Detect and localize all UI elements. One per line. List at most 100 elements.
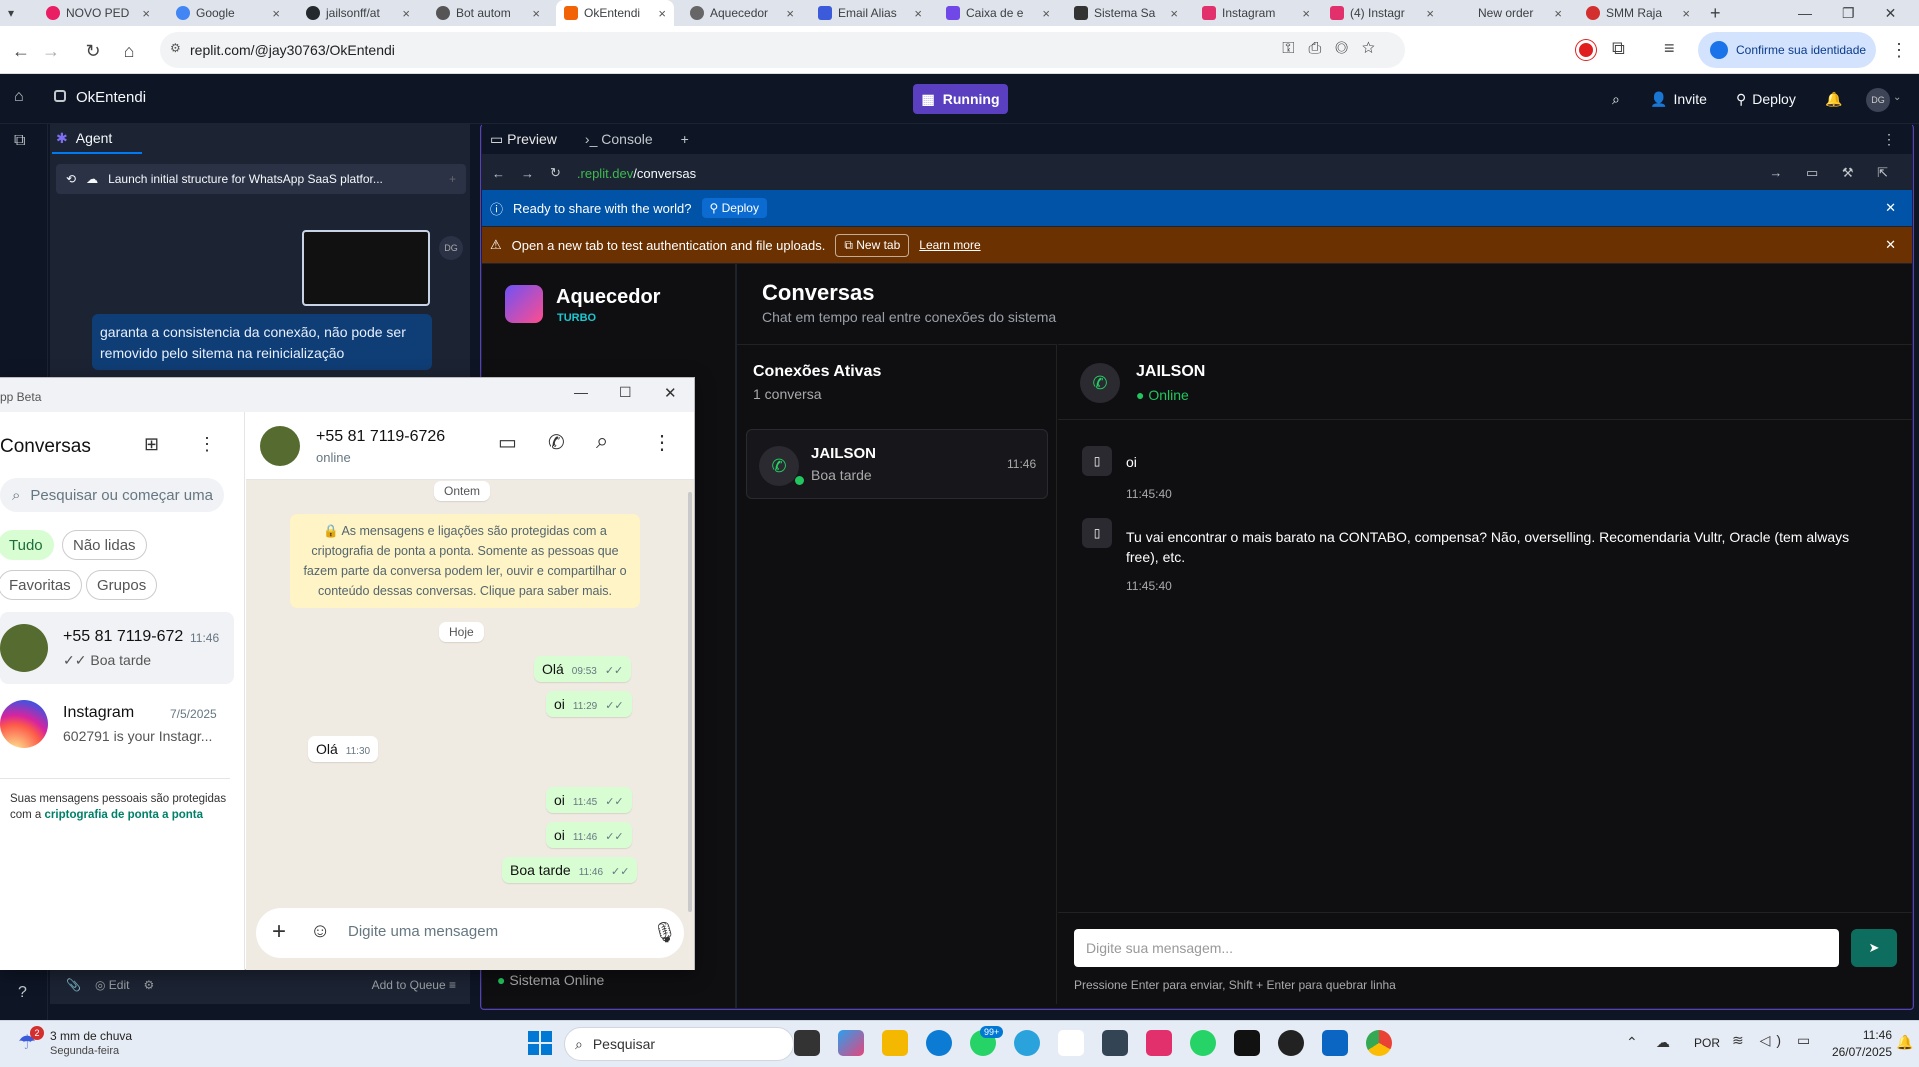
capcut-icon[interactable] xyxy=(1234,1030,1260,1056)
connection-item[interactable]: ✆ JAILSON Boa tarde 11:46 xyxy=(746,429,1048,499)
add-icon[interactable]: + xyxy=(449,172,456,186)
chrome-icon[interactable] xyxy=(1366,1030,1392,1056)
e2e-link[interactable]: criptografia de ponta a ponta xyxy=(45,809,203,821)
attach-icon[interactable]: 📎 xyxy=(66,978,81,992)
close-icon[interactable]: × xyxy=(1554,6,1562,21)
identity-button[interactable]: Confirme sua identidade xyxy=(1698,32,1876,68)
help-icon[interactable]: ? xyxy=(18,984,27,1002)
tab-list-button[interactable]: ▾ xyxy=(0,0,30,26)
browser-tab[interactable]: SMM Raja × xyxy=(1578,0,1698,26)
weather-text[interactable]: 3 mm de chuva xyxy=(50,1029,132,1043)
preview-actions-icon[interactable]: → ▭ ⚒ ⇱ xyxy=(1769,165,1898,181)
browser-tab[interactable]: New order × xyxy=(1450,0,1570,26)
extensions-icon[interactable]: ⧉ xyxy=(1612,38,1625,59)
copilot-icon[interactable] xyxy=(838,1030,864,1056)
task-title[interactable]: ⟲ ☁ Launch initial structure for WhatsApp … xyxy=(56,164,466,194)
chevron-down-icon[interactable]: ⌄ xyxy=(1893,92,1901,103)
edge-icon[interactable] xyxy=(926,1030,952,1056)
close-icon[interactable]: × xyxy=(786,6,794,21)
reload-icon[interactable]: ↻ xyxy=(550,165,561,181)
close-icon[interactable]: × xyxy=(142,6,150,21)
video-call-icon[interactable]: ▭ xyxy=(498,430,517,455)
back-icon[interactable]: ← xyxy=(10,40,32,62)
compose-input[interactable]: Digite uma mensagem xyxy=(348,923,498,940)
site-info-icon[interactable]: ⚙ xyxy=(170,41,181,55)
settings-icon[interactable]: ⚙ xyxy=(143,978,154,992)
url-input[interactable]: ⚙ replit.com/@jay30763/OkEntendi ⚿⎙◎☆ xyxy=(160,32,1405,68)
close-icon[interactable]: × xyxy=(658,6,666,21)
language-indicator[interactable]: POR xyxy=(1694,1036,1720,1050)
run-button[interactable]: ▦ Running xyxy=(913,84,1008,114)
learn-more-link[interactable]: Learn more xyxy=(919,238,980,252)
invite-button[interactable]: 👤 Invite xyxy=(1650,84,1707,114)
browser-tab-active[interactable]: OkEntendi × xyxy=(556,0,674,26)
browser-tab[interactable]: jailsonff/at × xyxy=(298,0,418,26)
more-icon[interactable]: ⋮ xyxy=(1882,131,1896,148)
forward-icon[interactable]: → xyxy=(521,166,534,181)
filter-all[interactable]: Tudo xyxy=(0,530,54,560)
project-name[interactable]: OkEntendi xyxy=(76,89,146,106)
encryption-notice[interactable]: 🔒 As mensagens e ligações são protegidas… xyxy=(290,514,640,608)
home-icon[interactable]: ⌂ xyxy=(14,88,24,106)
telegram-icon[interactable] xyxy=(1014,1030,1040,1056)
reload-icon[interactable]: ↻ xyxy=(82,40,104,62)
filter-unread[interactable]: Não lidas xyxy=(62,530,147,560)
phone-icon[interactable]: ✆ xyxy=(548,430,565,455)
browser-tab[interactable]: Email Alias × xyxy=(810,0,930,26)
task-view-icon[interactable] xyxy=(794,1030,820,1056)
search-icon[interactable]: ⌕ xyxy=(1612,84,1620,114)
browser-tab[interactable]: Sistema Sa × xyxy=(1066,0,1186,26)
cloud-icon[interactable]: ☁ xyxy=(1656,1034,1670,1051)
avatar[interactable] xyxy=(260,426,300,466)
close-icon[interactable]: × xyxy=(1682,6,1690,21)
browser-tab[interactable]: Bot autom × xyxy=(428,0,548,26)
media-controls-icon[interactable]: ≡ xyxy=(1664,38,1675,59)
close-icon[interactable]: × xyxy=(1170,6,1178,21)
clock-time[interactable]: 11:46 xyxy=(1836,1028,1892,1042)
attach-plus-icon[interactable]: + xyxy=(272,918,286,946)
new-chat-icon[interactable]: ⊞ xyxy=(144,434,159,455)
taskbar-search[interactable]: ⌕ Pesquisar xyxy=(564,1027,794,1061)
instagram-icon[interactable] xyxy=(1146,1030,1172,1056)
app-icon[interactable] xyxy=(1322,1030,1348,1056)
sticker-icon[interactable]: ☺ xyxy=(310,920,330,943)
browser-tab[interactable]: Aquecedor × xyxy=(682,0,802,26)
tab-agent[interactable]: ✱ Agent xyxy=(52,124,142,154)
new-tab-button[interactable]: ⧉ New tab xyxy=(835,233,910,257)
omnibox-actions-icon[interactable]: ⚿⎙◎☆ xyxy=(1282,40,1389,58)
notifications-icon[interactable]: 🔔 xyxy=(1825,84,1842,114)
menu-icon[interactable]: ⋮ xyxy=(198,434,216,455)
close-window-icon[interactable]: ✕ xyxy=(664,384,677,402)
system-tray-icons[interactable]: ≋ ◁) ▭ xyxy=(1732,1032,1816,1049)
browser-tab[interactable]: NOVO PED × xyxy=(38,0,158,26)
edit-button[interactable]: ◎ Edit xyxy=(95,978,130,992)
app-icon[interactable] xyxy=(1278,1030,1304,1056)
file-explorer-icon[interactable] xyxy=(882,1030,908,1056)
close-icon[interactable]: × xyxy=(532,6,540,21)
search-icon[interactable]: ⌕ xyxy=(596,428,608,454)
message-input[interactable]: Digite sua mensagem... xyxy=(1074,929,1839,967)
minimize-icon[interactable]: — xyxy=(574,384,588,400)
close-window-icon[interactable]: ✕ xyxy=(1885,5,1897,22)
deploy-button[interactable]: ⚲ Deploy xyxy=(1736,84,1796,114)
attached-screenshot[interactable] xyxy=(302,230,430,306)
maximize-icon[interactable]: ☐ xyxy=(619,384,632,401)
notification-bell-icon[interactable]: 🔔 xyxy=(1896,1034,1913,1051)
send-button[interactable]: ➤ xyxy=(1851,929,1897,967)
close-icon[interactable]: × xyxy=(1426,6,1434,21)
back-icon[interactable]: ← xyxy=(492,166,505,181)
add-tab-icon[interactable]: + xyxy=(681,131,689,147)
app-icon[interactable] xyxy=(1102,1030,1128,1056)
browser-tab[interactable]: Instagram × xyxy=(1194,0,1318,26)
whatsapp-icon[interactable] xyxy=(1190,1030,1216,1056)
browser-tab[interactable]: Google × xyxy=(168,0,288,26)
banner-deploy-button[interactable]: ⚲ Deploy xyxy=(701,198,767,218)
forward-icon[interactable]: → xyxy=(40,40,62,62)
tab-preview[interactable]: ▭ Preview xyxy=(490,131,557,148)
close-icon[interactable]: × xyxy=(914,6,922,21)
avatar[interactable]: DG xyxy=(1866,88,1890,112)
contact-name[interactable]: +55 81 7119-6726 xyxy=(316,428,445,446)
close-icon[interactable]: ✕ xyxy=(1885,237,1896,253)
close-icon[interactable]: × xyxy=(1302,6,1310,21)
filter-groups[interactable]: Grupos xyxy=(86,570,158,600)
